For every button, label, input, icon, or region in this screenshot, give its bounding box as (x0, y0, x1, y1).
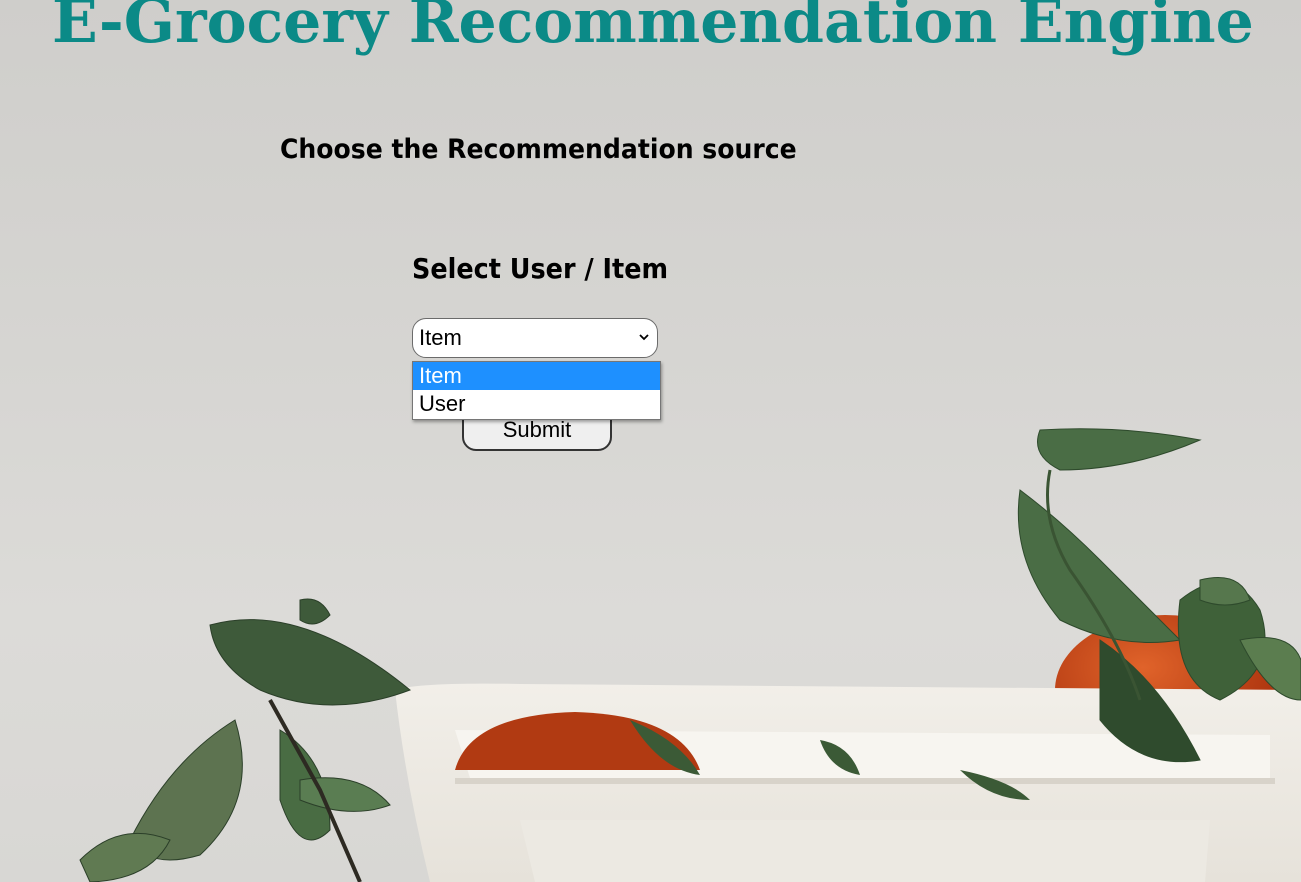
select-value: Item (419, 325, 462, 350)
page-title: E-Grocery Recommendation Engine (52, 0, 1254, 57)
section-heading: Choose the Recommendation source (280, 134, 797, 165)
chevron-down-icon (639, 334, 649, 341)
dropdown-option-user[interactable]: User (413, 390, 660, 418)
select-dropdown-list: Item User (412, 361, 661, 420)
source-select[interactable]: Item (412, 318, 658, 358)
background-photo (79, 428, 1301, 882)
select-label: Select User / Item (412, 252, 669, 285)
dropdown-option-item[interactable]: Item (413, 362, 660, 390)
